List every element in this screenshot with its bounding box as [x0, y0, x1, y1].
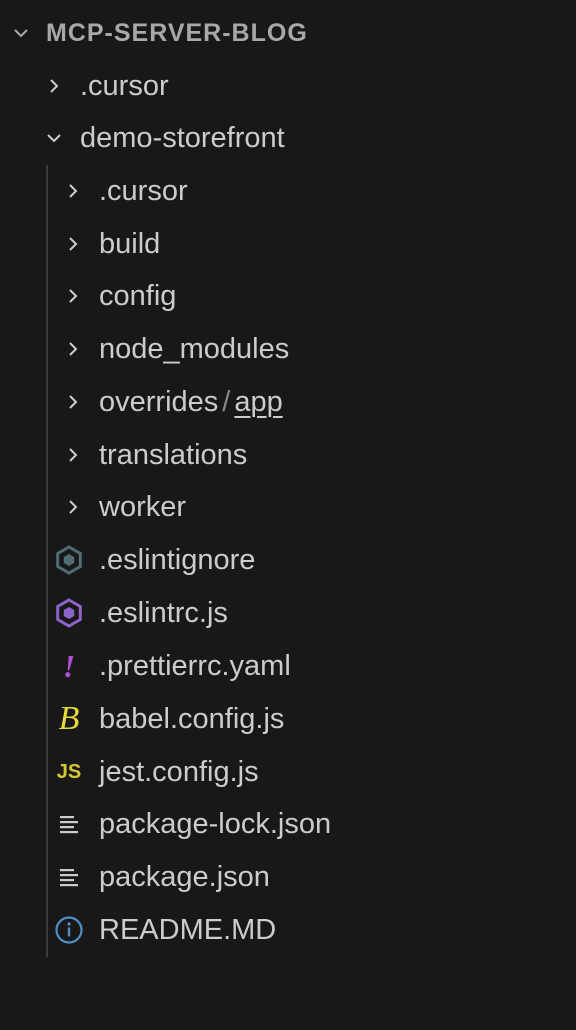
explorer-root-title: MCP-SERVER-BLOG [46, 18, 308, 47]
chevron-right-icon[interactable] [62, 180, 84, 202]
tree-item-package-json[interactable]: package.json [0, 851, 576, 903]
info-icon [52, 913, 86, 947]
tree-item-eslintrc[interactable]: .eslintrc.js [0, 587, 576, 639]
tree-item-package-lock[interactable]: package-lock.json [0, 798, 576, 850]
compact-folder-segment[interactable]: app [234, 386, 282, 418]
lines-icon [52, 807, 86, 841]
tree-item-label: .cursor [99, 174, 188, 207]
tree-item-label: worker [99, 490, 187, 523]
tree-item-label: README.MD [99, 913, 277, 946]
tree-item-label-group: overrides / app [99, 386, 283, 419]
tree-item-label: babel.config.js [99, 702, 285, 735]
tree-item-demo-storefront[interactable]: demo-storefront [0, 112, 576, 164]
tree-item-jest-config[interactable]: JS jest.config.js [0, 746, 576, 798]
chevron-right-icon[interactable] [62, 285, 84, 307]
chevron-right-icon[interactable] [43, 75, 65, 97]
explorer-root-header[interactable]: MCP-SERVER-BLOG [0, 7, 576, 59]
chevron-down-icon[interactable] [10, 22, 32, 44]
tree-item-node-modules[interactable]: node_modules [0, 323, 576, 375]
tree-item-label: package.json [99, 860, 270, 893]
chevron-down-icon[interactable] [43, 127, 65, 149]
tree-item-cursor-nested[interactable]: .cursor [0, 165, 576, 217]
babel-icon: B [58, 700, 80, 737]
tree-item-translations[interactable]: translations [0, 429, 576, 481]
tree-item-babel-config[interactable]: B babel.config.js [0, 693, 576, 745]
tree-item-worker[interactable]: worker [0, 481, 576, 533]
tree-item-label: .eslintrc.js [99, 596, 228, 629]
tree-item-label: config [99, 279, 177, 312]
tree-item-eslintignore[interactable]: .eslintignore [0, 534, 576, 586]
tree-item-prettierrc[interactable]: ! .prettierrc.yaml [0, 640, 576, 692]
tree-item-readme[interactable]: README.MD [0, 904, 576, 956]
tree-item-label: build [99, 227, 161, 260]
tree-item-label: .cursor [80, 69, 169, 102]
tree-item-overrides-app[interactable]: overrides / app [0, 376, 576, 428]
tree-item-cursor[interactable]: .cursor [0, 60, 576, 112]
path-separator: / [222, 385, 231, 418]
chevron-right-icon[interactable] [62, 233, 84, 255]
js-icon: JS [56, 760, 82, 783]
chevron-right-icon[interactable] [62, 496, 84, 518]
tree-item-label: translations [99, 438, 248, 471]
chevron-right-icon[interactable] [62, 338, 84, 360]
tree-item-label: demo-storefront [80, 121, 285, 154]
tree-item-build[interactable]: build [0, 218, 576, 270]
tree-item-label: .prettierrc.yaml [99, 649, 291, 682]
eslint-ignore-icon [52, 543, 86, 577]
chevron-right-icon[interactable] [62, 444, 84, 466]
tree-item-config[interactable]: config [0, 270, 576, 322]
tree-item-label: .eslintignore [99, 543, 256, 576]
eslint-icon [52, 596, 86, 630]
tree-item-label: package-lock.json [99, 807, 332, 840]
tree-item-label: jest.config.js [99, 755, 259, 788]
prettier-icon: ! [62, 647, 76, 684]
tree-item-label: overrides [99, 385, 219, 418]
chevron-right-icon[interactable] [62, 391, 84, 413]
lines-icon [52, 860, 86, 894]
tree-item-label: node_modules [99, 332, 290, 365]
